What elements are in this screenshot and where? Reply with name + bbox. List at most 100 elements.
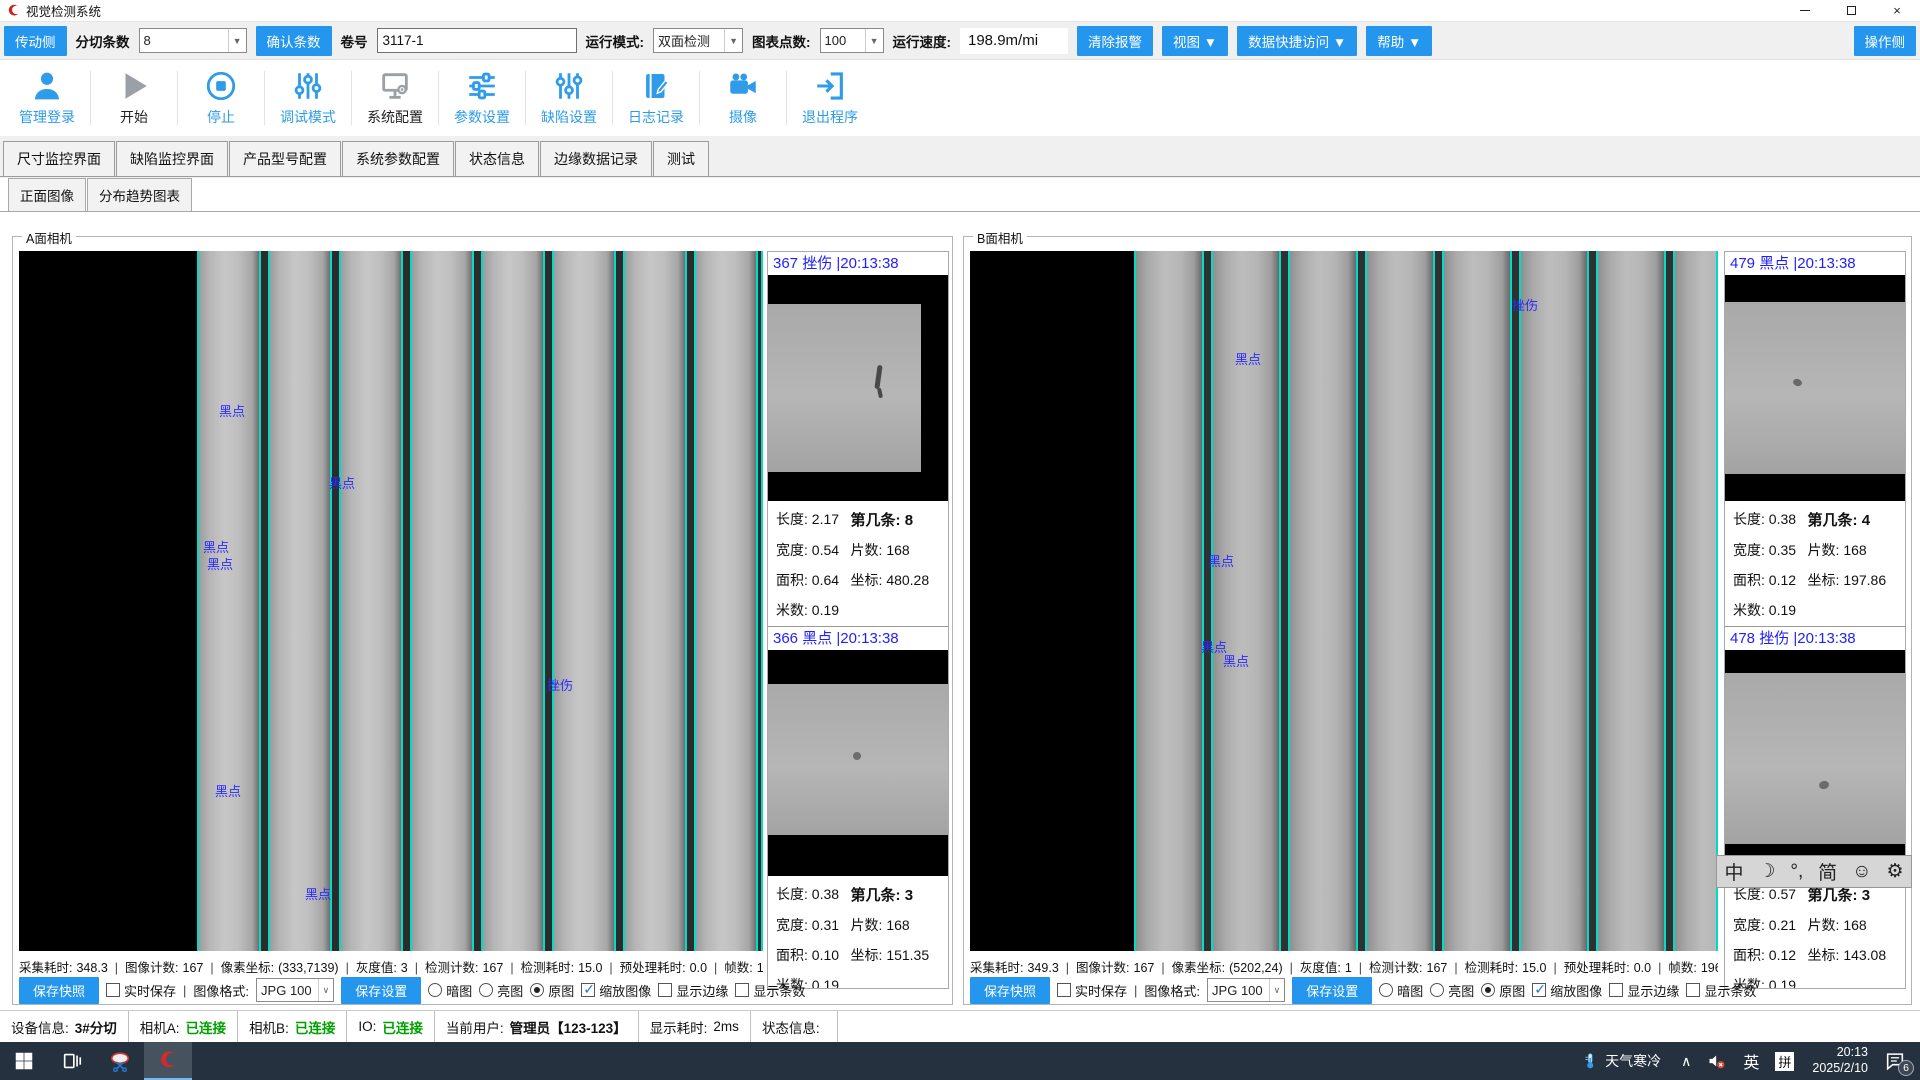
radio-bright-image[interactable]: 亮图 — [1430, 981, 1474, 1000]
drive-side-button[interactable]: 传动侧 — [4, 26, 67, 56]
roll-number-input[interactable] — [377, 28, 577, 53]
view-menu-button[interactable]: 视图 ▼ — [1162, 26, 1228, 56]
main-tab[interactable]: 尺寸监控界面 — [3, 141, 115, 176]
operate-side-button[interactable]: 操作侧 — [1854, 26, 1917, 56]
show-edge-checkbox[interactable]: 显示边缘 — [1609, 981, 1679, 1000]
radio-bright-image[interactable]: 亮图 — [479, 981, 523, 1000]
stop-icon — [204, 69, 238, 103]
ime-settings-icon[interactable]: ⚙ — [1886, 860, 1903, 883]
slit-count-label: 分切条数 — [76, 31, 130, 51]
defect-label: 黑点 — [207, 554, 233, 573]
radio-original-image[interactable]: 原图 — [1481, 981, 1525, 1000]
camera-icon — [726, 69, 760, 103]
toolbar-item-stop[interactable]: 停止 — [178, 69, 264, 127]
save-settings-button[interactable]: 保存设置 — [341, 977, 421, 1004]
toolbar-item-start[interactable]: 开始 — [91, 69, 177, 127]
help-menu-button[interactable]: 帮助 ▼ — [1366, 26, 1432, 56]
weather-widget[interactable]: 天气寒冷 — [1569, 1042, 1673, 1080]
sub-tab[interactable]: 正面图像 — [8, 178, 86, 211]
save-snapshot-button[interactable]: 保存快照 — [970, 977, 1050, 1004]
realtime-save-checkbox[interactable]: 实时保存 — [1057, 981, 1127, 1000]
show-edge-checkbox[interactable]: 显示边缘 — [658, 981, 728, 1000]
save-snapshot-button[interactable]: 保存快照 — [19, 977, 99, 1004]
chart-points-select[interactable]: 100▼ — [820, 28, 884, 53]
defect-title: 478 挫伤 |20:13:38 — [1725, 627, 1905, 650]
save-settings-button[interactable]: 保存设置 — [1292, 977, 1372, 1004]
toolbar-item-exit[interactable]: 退出程序 — [787, 69, 873, 127]
run-speed-label: 运行速度: — [893, 31, 952, 51]
radio-dark-image[interactable]: 暗图 — [1379, 981, 1423, 1000]
main-tab[interactable]: 产品型号配置 — [229, 141, 341, 176]
radio-dark-image[interactable]: 暗图 — [428, 981, 472, 1000]
app-logo-icon — [6, 3, 21, 18]
snipping-tool-icon — [109, 1050, 131, 1072]
defect-label: 黑点 — [1235, 349, 1261, 368]
user-icon — [30, 69, 64, 103]
main-tab[interactable]: 系统参数配置 — [342, 141, 454, 176]
toolbar-item-system-config[interactable]: 系统配置 — [352, 69, 438, 127]
tray-expand-caret[interactable]: ∧ — [1673, 1042, 1699, 1080]
clock[interactable]: 20:13 2025/2/10 — [1802, 1045, 1878, 1076]
main-tab[interactable]: 状态信息 — [455, 141, 539, 176]
ime-simplified-mode[interactable]: 简 — [1818, 858, 1837, 885]
windows-taskbar: 天气寒冷 ∧ 英 拼 20:13 2025/2/10 6 — [0, 1042, 1920, 1080]
slit-count-select[interactable]: 8▼ — [139, 28, 247, 53]
ime-pinyin-icon[interactable]: 拼 — [1767, 1042, 1802, 1080]
confirm-count-button[interactable]: 确认条数 — [256, 26, 332, 56]
defect-thumbnail — [768, 650, 948, 876]
main-tab[interactable]: 测试 — [653, 141, 709, 176]
lang-indicator[interactable]: 英 — [1735, 1042, 1767, 1080]
panel-controls: 保存快照 实时保存 | 图像格式: JPG 100∨ 保存设置 暗图 亮图 原图… — [19, 977, 763, 1003]
data-quick-access-button[interactable]: 数据快捷访问 ▼ — [1237, 26, 1357, 56]
thermometer-icon — [1581, 1050, 1599, 1072]
maximize-button[interactable] — [1828, 0, 1874, 21]
ime-punctuation-mode[interactable]: °, — [1790, 861, 1803, 883]
chart-points-label: 图表点数: — [752, 31, 811, 51]
notification-center-button[interactable]: 6 — [1878, 1042, 1920, 1080]
film-image-a[interactable]: 黑点黑点黑点黑点挫伤黑点黑点 — [19, 251, 763, 951]
image-format-select[interactable]: JPG 100∨ — [256, 978, 334, 1002]
image-format-select[interactable]: JPG 100∨ — [1207, 978, 1285, 1002]
clear-alarm-button[interactable]: 清除报警 — [1077, 26, 1153, 56]
task-view-icon — [61, 1050, 83, 1072]
defect-label: 黑点 — [215, 781, 241, 800]
main-tab[interactable]: 缺陷监控界面 — [116, 141, 228, 176]
minimize-button[interactable] — [1782, 0, 1828, 21]
zoom-image-checkbox[interactable]: 缩放图像 — [1532, 981, 1602, 1000]
radio-original-image[interactable]: 原图 — [530, 981, 574, 1000]
defect-label: 黑点 — [219, 401, 245, 420]
app-taskbar-icon[interactable] — [144, 1042, 192, 1080]
run-mode-label: 运行模式: — [586, 31, 645, 51]
windows-logo-icon — [13, 1050, 35, 1072]
toolbar-item-camera[interactable]: 摄像 — [700, 69, 786, 127]
run-mode-select[interactable]: 双面检测▼ — [653, 28, 743, 53]
realtime-save-checkbox[interactable]: 实时保存 — [106, 981, 176, 1000]
status-segment: 设备信息:3#分切 — [0, 1011, 129, 1042]
close-button[interactable]: × — [1874, 0, 1920, 21]
ime-fullwidth-moon-icon[interactable]: ☽ — [1758, 860, 1775, 883]
task-view-button[interactable] — [48, 1042, 96, 1080]
ime-emoji-icon[interactable]: ☺ — [1852, 861, 1871, 883]
debug-mode-icon — [291, 69, 325, 103]
defect-title: 366 黑点 |20:13:38 — [768, 627, 948, 650]
app-window: 视觉检测系统 × 传动侧 分切条数 8▼ 确认条数 卷号 运行模式: 双面检测▼… — [0, 0, 1920, 1080]
main-tab[interactable]: 边缘数据记录 — [540, 141, 652, 176]
toolbar-item-defect-settings[interactable]: 缺陷设置 — [526, 69, 612, 127]
show-strip-count-checkbox[interactable]: 显示条数 — [1686, 981, 1756, 1000]
ime-chinese-mode[interactable]: 中 — [1724, 858, 1743, 885]
snipping-tool-button[interactable] — [96, 1042, 144, 1080]
status-segment: IO:已连接 — [347, 1011, 435, 1042]
title-bar: 视觉检测系统 × — [0, 0, 1920, 22]
defect-thumbnail — [1725, 275, 1905, 501]
toolbar-item-debug-mode[interactable]: 调试模式 — [265, 69, 351, 127]
zoom-image-checkbox[interactable]: 缩放图像 — [581, 981, 651, 1000]
start-button[interactable] — [0, 1042, 48, 1080]
status-segment: 状态信息: — [751, 1011, 838, 1042]
toolbar-item-admin-login[interactable]: 管理登录 — [4, 69, 90, 127]
toolbar-item-log[interactable]: 日志记录 — [613, 69, 699, 127]
toolbar-item-param-settings[interactable]: 参数设置 — [439, 69, 525, 127]
sub-tab[interactable]: 分布趋势图表 — [87, 178, 192, 211]
film-image-b[interactable]: 挫伤黑点黑点黑点黑点 — [970, 251, 1718, 951]
show-strip-count-checkbox[interactable]: 显示条数 — [735, 981, 805, 1000]
volume-muted-icon[interactable] — [1699, 1042, 1735, 1080]
